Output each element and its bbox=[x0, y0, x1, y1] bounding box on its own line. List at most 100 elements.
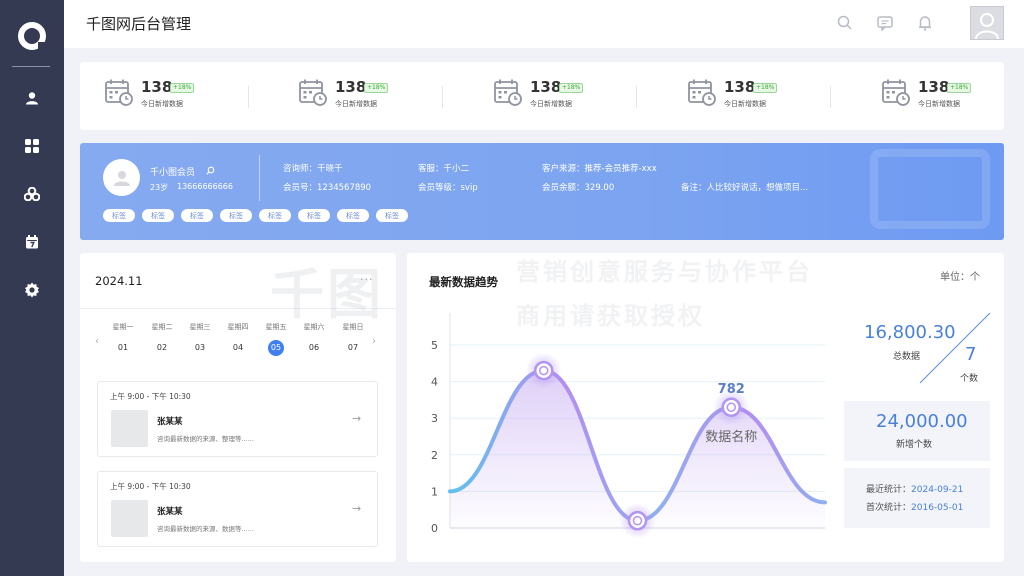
stat-value: 138 bbox=[724, 78, 756, 96]
grid-icon bbox=[25, 139, 39, 153]
user-avatar[interactable] bbox=[970, 6, 1004, 40]
tag[interactable]: 标签 bbox=[376, 209, 408, 222]
schedule-event[interactable]: 上午 9:00 - 下午 10:30 张某某 咨询最新数据的来源、整理等....… bbox=[97, 381, 378, 457]
stats-dates-box: 最近统计：2024-09-21 首次统计：2016-05-01 bbox=[844, 468, 990, 528]
first-stat-row: 首次统计：2016-05-01 bbox=[866, 500, 963, 513]
event-name: 张某某 bbox=[157, 507, 183, 517]
diagonal-divider bbox=[919, 312, 991, 384]
annotation-value: 782 bbox=[718, 382, 745, 397]
total-data-value: 16,800.30 bbox=[864, 322, 956, 343]
tag[interactable]: 标签 bbox=[142, 209, 174, 222]
event-time: 上午 9:00 - 下午 10:30 bbox=[110, 482, 191, 491]
calendar-clock-icon bbox=[299, 79, 327, 106]
more-button[interactable]: ··· bbox=[360, 273, 374, 286]
data-point[interactable] bbox=[721, 397, 741, 417]
member-card: 千小图会员 23岁 13666666666 咨询师：千晓千 客服：千小二 客户来… bbox=[80, 143, 1004, 240]
tag[interactable]: 标签 bbox=[181, 209, 213, 222]
calendar-day[interactable]: 星期三 03 bbox=[184, 322, 216, 356]
weekday-label: 星期三 bbox=[189, 323, 211, 331]
member-number: 会员号：1234567890 bbox=[283, 183, 372, 193]
member-level: 会员等级：svip bbox=[418, 183, 478, 193]
arrow-right-icon[interactable]: → bbox=[352, 412, 361, 425]
stat-label: 今日新增数据 bbox=[724, 100, 766, 108]
sidebar-divider bbox=[12, 66, 50, 67]
search-icon[interactable] bbox=[836, 14, 854, 32]
arrow-right-icon[interactable]: → bbox=[352, 502, 361, 515]
data-point[interactable] bbox=[627, 510, 648, 531]
search-icon[interactable] bbox=[206, 166, 215, 175]
calendar-icon bbox=[26, 235, 38, 249]
member-service: 客服：千小二 bbox=[418, 164, 470, 174]
count-label: 个数 bbox=[960, 374, 979, 384]
y-tick-label: 3 bbox=[431, 412, 438, 425]
tag[interactable]: 标签 bbox=[259, 209, 291, 222]
y-tick-label: 1 bbox=[431, 485, 438, 498]
stat-badge: +18% bbox=[364, 83, 389, 93]
tag[interactable]: 标签 bbox=[220, 209, 252, 222]
stat-label: 今日新增数据 bbox=[918, 100, 960, 108]
member-note: 备注：人比较好说话，想做项目... bbox=[681, 183, 809, 193]
data-point[interactable] bbox=[534, 360, 554, 381]
y-tick-label: 4 bbox=[431, 376, 438, 389]
user-avatar-icon bbox=[975, 13, 999, 39]
weekday-label: 星期五 bbox=[265, 323, 287, 331]
calendar-day[interactable]: 星期日 07 bbox=[337, 322, 369, 356]
sidebar-item-grid[interactable] bbox=[20, 134, 44, 158]
sidebar-item-calendar[interactable] bbox=[20, 230, 44, 254]
date-number: 02 bbox=[156, 343, 168, 352]
member-avatar[interactable] bbox=[103, 159, 140, 196]
member-divider bbox=[259, 155, 260, 201]
event-description: 咨询最新数据的来源、数据等...... bbox=[157, 525, 254, 533]
user-icon bbox=[113, 170, 130, 186]
message-icon[interactable] bbox=[876, 14, 894, 32]
prev-week-arrow[interactable]: ‹ bbox=[95, 336, 99, 347]
event-thumbnail bbox=[111, 410, 148, 447]
member-age: 23岁 bbox=[150, 183, 169, 192]
next-week-arrow[interactable]: › bbox=[372, 336, 376, 347]
member-tags: 标签 标签 标签 标签 标签 标签 标签 标签 bbox=[103, 209, 408, 222]
stat-label: 今日新增数据 bbox=[335, 100, 377, 108]
weekday-label: 星期四 bbox=[227, 323, 249, 331]
calendar-day-selected[interactable]: 星期五 05 bbox=[260, 322, 292, 356]
calendar-day[interactable]: 星期二 02 bbox=[146, 322, 178, 356]
y-tick-label: 2 bbox=[431, 449, 438, 462]
calendar-day[interactable]: 星期六 06 bbox=[298, 322, 330, 356]
stat-badge: +18% bbox=[753, 83, 778, 93]
sidebar-item-user[interactable] bbox=[20, 86, 44, 110]
new-count-box: 24,000.00 新增个数 bbox=[844, 401, 990, 461]
trend-panel: 最新数据趋势 单位：个 543210 782 数据名称 16,800.30 总数… bbox=[407, 253, 1004, 562]
stat-label: 今日新增数据 bbox=[530, 100, 572, 108]
tag[interactable]: 标签 bbox=[103, 209, 135, 222]
chart-unit: 单位：个 bbox=[940, 272, 980, 283]
stat-item: 138 +18% 今日新增数据 bbox=[299, 76, 449, 116]
stat-badge: +18% bbox=[170, 83, 195, 93]
date-number: 01 bbox=[117, 343, 129, 352]
logo[interactable] bbox=[18, 22, 47, 51]
decorative-calendar-watermark bbox=[870, 149, 990, 229]
calendar-day[interactable]: 星期四 04 bbox=[222, 322, 254, 356]
trend-chart: 5 4 3 2 1 0 782 数据名称 bbox=[431, 313, 827, 539]
stat-item: 138 +18% 今日新增数据 bbox=[105, 76, 255, 116]
tag[interactable]: 标签 bbox=[298, 209, 330, 222]
date-number: 06 bbox=[308, 343, 320, 352]
divider bbox=[80, 308, 396, 309]
event-time: 上午 9:00 - 下午 10:30 bbox=[110, 392, 191, 401]
total-data-label: 总数据 bbox=[893, 352, 921, 362]
gear-icon bbox=[25, 282, 39, 298]
date-number: 07 bbox=[347, 343, 359, 352]
stat-divider bbox=[442, 86, 443, 108]
y-tick-label: 5 bbox=[431, 339, 438, 352]
sidebar-item-biohazard[interactable] bbox=[20, 182, 44, 206]
new-count-value: 24,000.00 bbox=[876, 411, 968, 432]
recent-stat-label: 最近统计： bbox=[866, 485, 912, 495]
stat-value: 138 bbox=[918, 78, 950, 96]
schedule-event[interactable]: 上午 9:00 - 下午 10:30 张某某 咨询最新数据的来源、数据等....… bbox=[97, 471, 378, 547]
sidebar-item-settings[interactable] bbox=[20, 278, 44, 302]
tag[interactable]: 标签 bbox=[337, 209, 369, 222]
first-stat-value: 2016-05-01 bbox=[911, 503, 964, 513]
stat-badge: +18% bbox=[559, 83, 584, 93]
y-tick-label: 0 bbox=[431, 522, 438, 535]
bell-icon[interactable] bbox=[916, 14, 934, 32]
calendar-day[interactable]: 星期一 01 bbox=[107, 322, 139, 356]
calendar-clock-icon bbox=[494, 79, 522, 106]
